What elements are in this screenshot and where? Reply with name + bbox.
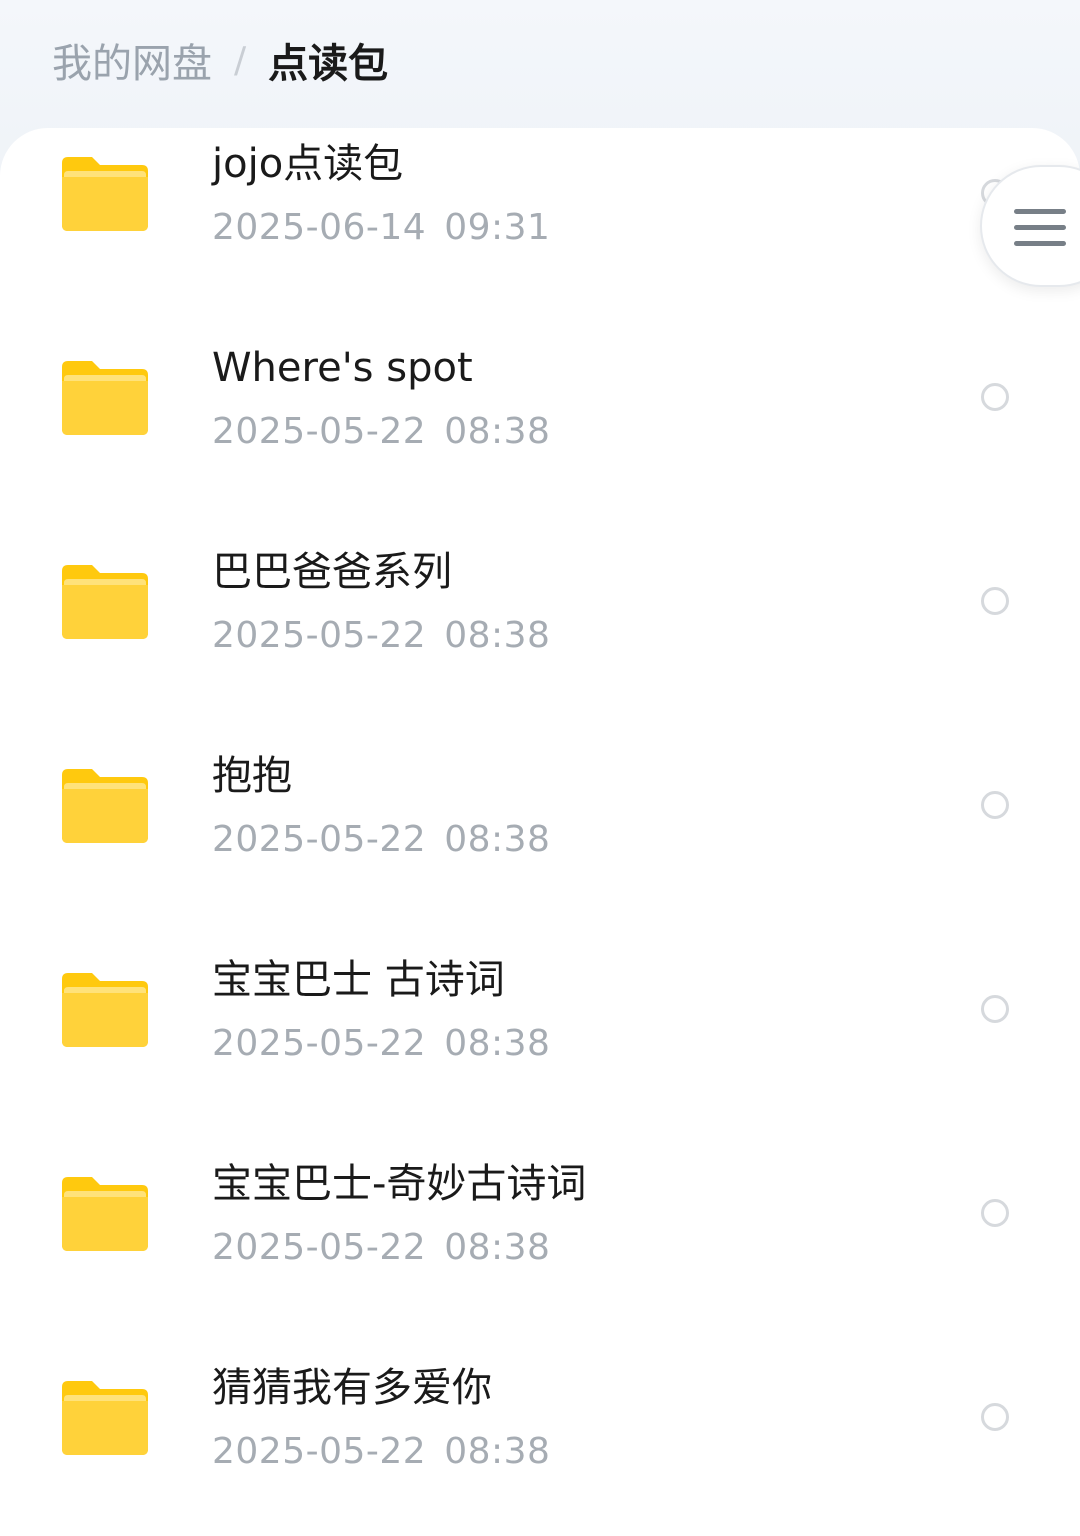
file-date: 2025-05-22 08:38 (212, 1430, 550, 1474)
select-radio[interactable] (981, 1199, 1009, 1227)
file-date-time: 08:38 (444, 615, 551, 656)
folder-icon (62, 1173, 148, 1251)
list-item[interactable]: 巴巴爸爸系列 2025-05-22 08:38 (0, 536, 1080, 740)
file-name: 宝宝巴士-奇妙古诗词 (212, 1161, 587, 1207)
menu-line (1014, 209, 1066, 214)
list-item[interactable]: Where's spot 2025-05-22 08:38 (0, 332, 1080, 536)
folder-icon (62, 1377, 148, 1455)
folder-icon (62, 561, 148, 639)
breadcrumb-current: 点读包 (268, 41, 389, 87)
folder-icon (62, 969, 148, 1047)
list-item[interactable]: 猜猜我有多爱你 2025-05-22 08:38 (0, 1352, 1080, 1536)
file-date-day: 2025-05-22 (212, 1023, 427, 1064)
file-date: 2025-06-14 09:31 (212, 206, 550, 250)
select-radio[interactable] (981, 383, 1009, 411)
list-item[interactable]: 宝宝巴士-奇妙古诗词 2025-05-22 08:38 (0, 1148, 1080, 1352)
file-date-day: 2025-06-14 (212, 207, 427, 248)
file-name: jojo点读包 (212, 141, 404, 187)
select-radio[interactable] (981, 791, 1009, 819)
folder-icon (62, 357, 148, 435)
file-date-day: 2025-05-22 (212, 1431, 427, 1472)
file-date-time: 08:38 (444, 1431, 551, 1472)
select-radio[interactable] (981, 995, 1009, 1023)
list-item[interactable]: jojo点读包 2025-06-14 09:31 (0, 128, 1080, 332)
file-date-day: 2025-05-22 (212, 411, 427, 452)
select-radio[interactable] (981, 587, 1009, 615)
file-date: 2025-05-22 08:38 (212, 614, 550, 658)
folder-icon (62, 153, 148, 231)
file-date-time: 08:38 (444, 411, 551, 452)
breadcrumb-separator: / (234, 39, 247, 81)
breadcrumb: 我的网盘 / 点读包 (52, 30, 388, 90)
file-date: 2025-05-22 08:38 (212, 818, 550, 862)
file-date-time: 09:31 (444, 207, 551, 248)
file-date-day: 2025-05-22 (212, 615, 427, 656)
file-name: 抱抱 (212, 753, 292, 799)
folder-icon (62, 765, 148, 843)
file-date-day: 2025-05-22 (212, 1227, 427, 1268)
list-item[interactable]: 抱抱 2025-05-22 08:38 (0, 740, 1080, 944)
file-date-time: 08:38 (444, 819, 551, 860)
menu-line (1014, 241, 1066, 246)
file-date-time: 08:38 (444, 1227, 551, 1268)
menu-line (1014, 225, 1066, 230)
select-radio[interactable] (981, 1403, 1009, 1431)
file-list: jojo点读包 2025-06-14 09:31 Where's spot 202… (0, 128, 1080, 1536)
breadcrumb-parent[interactable]: 我的网盘 (52, 31, 212, 89)
file-date-day: 2025-05-22 (212, 819, 427, 860)
file-date: 2025-05-22 08:38 (212, 410, 550, 454)
list-item[interactable]: 宝宝巴士 古诗词 2025-05-22 08:38 (0, 944, 1080, 1148)
file-date: 2025-05-22 08:38 (212, 1022, 550, 1066)
file-name: 猜猜我有多爱你 (212, 1365, 492, 1411)
file-date-time: 08:38 (444, 1023, 551, 1064)
file-date: 2025-05-22 08:38 (212, 1226, 550, 1270)
file-name: 巴巴爸爸系列 (212, 549, 452, 595)
file-name: Where's spot (212, 345, 473, 391)
file-name: 宝宝巴士 古诗词 (212, 957, 505, 1003)
